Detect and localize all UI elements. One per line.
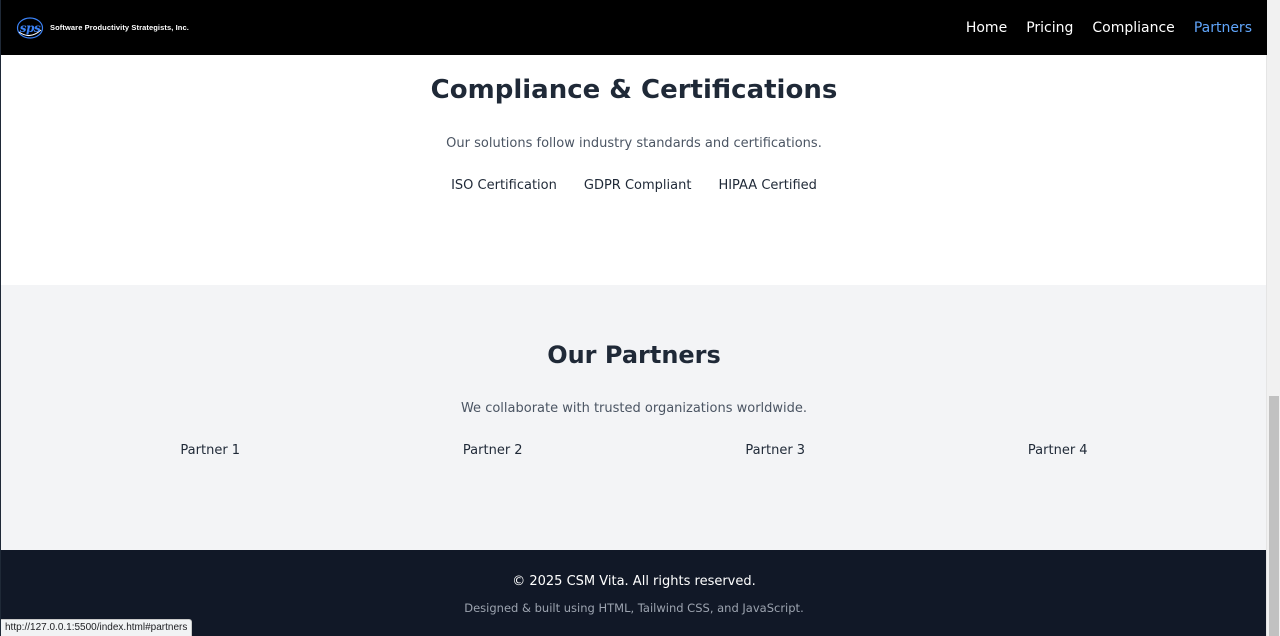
footer-copyright: © 2025 CSM Vita. All rights reserved.	[512, 574, 756, 589]
brand-logo-link[interactable]: sps Software Productivity Strategists, I…	[16, 14, 189, 42]
partners-subtitle: We collaborate with trusted organization…	[460, 401, 808, 416]
certification-list: ISO Certification GDPR Compliant HIPAA C…	[1, 178, 1267, 193]
partner-item: Partner 4	[1027, 443, 1088, 458]
nav-link-home[interactable]: Home	[966, 20, 1007, 36]
compliance-title: Compliance & Certifications	[430, 75, 838, 105]
nav-link-partners[interactable]: Partners	[1194, 20, 1252, 36]
page: sps Software Productivity Strategists, I…	[0, 0, 1267, 636]
main-nav: Home Pricing Compliance Partners	[966, 20, 1252, 36]
nav-link-pricing[interactable]: Pricing	[1026, 20, 1073, 36]
sps-logo-icon: sps	[16, 14, 44, 42]
certification-item: GDPR Compliant	[583, 178, 692, 193]
certification-item: ISO Certification	[451, 178, 557, 193]
partner-list: Partner 1 Partner 2 Partner 3 Partner 4	[69, 443, 1199, 458]
compliance-section: Compliance & Certifications Our solution…	[1, 55, 1267, 285]
navbar: sps Software Productivity Strategists, I…	[1, 0, 1267, 55]
partner-item: Partner 2	[462, 443, 523, 458]
brand-name: Software Productivity Strategists, Inc.	[50, 23, 189, 32]
certification-item: HIPAA Certified	[718, 178, 817, 193]
partner-item: Partner 3	[745, 443, 806, 458]
partners-title: Our Partners	[547, 341, 721, 369]
scrollbar-thumb[interactable]	[1269, 396, 1279, 636]
partner-item: Partner 1	[180, 443, 241, 458]
logo-text: sps	[19, 20, 41, 35]
nav-link-compliance[interactable]: Compliance	[1092, 20, 1174, 36]
vertical-scrollbar[interactable]	[1266, 0, 1280, 636]
partners-section: Our Partners We collaborate with trusted…	[1, 285, 1267, 550]
compliance-subtitle: Our solutions follow industry standards …	[446, 136, 822, 151]
footer-built-with: Designed & built using HTML, Tailwind CS…	[464, 601, 804, 615]
status-bar-url: http://127.0.0.1:5500/index.html#partner…	[1, 619, 193, 636]
